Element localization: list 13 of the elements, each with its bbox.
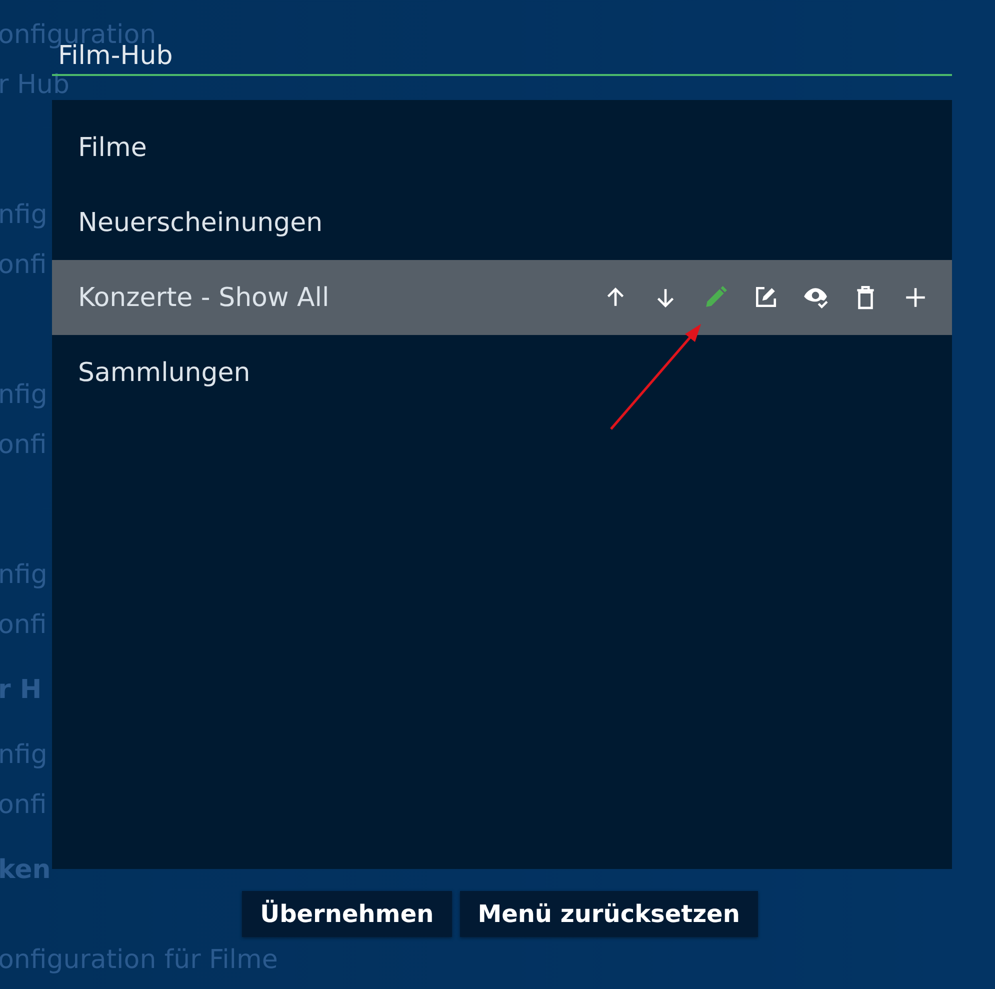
menu-item-label: Konzerte - Show All <box>78 282 330 312</box>
menu-item[interactable]: Sammlungen <box>52 335 952 410</box>
menu-item-label: Neuerscheinungen <box>78 208 324 238</box>
reset-button[interactable]: Menü zurücksetzen <box>460 891 758 937</box>
plus-icon[interactable] <box>903 285 928 310</box>
menu-item[interactable]: Konzerte - Show All <box>52 260 952 335</box>
menu-item[interactable]: Neuerscheinungen <box>52 185 952 260</box>
apply-button[interactable]: Übernehmen <box>242 891 452 937</box>
menu-item-label: Filme <box>78 132 148 162</box>
menu-item-label: Sammlungen <box>78 358 252 388</box>
menu-item[interactable]: Filme <box>52 110 952 185</box>
edit-icon[interactable] <box>753 285 778 310</box>
eye-check-icon[interactable] <box>803 285 828 310</box>
